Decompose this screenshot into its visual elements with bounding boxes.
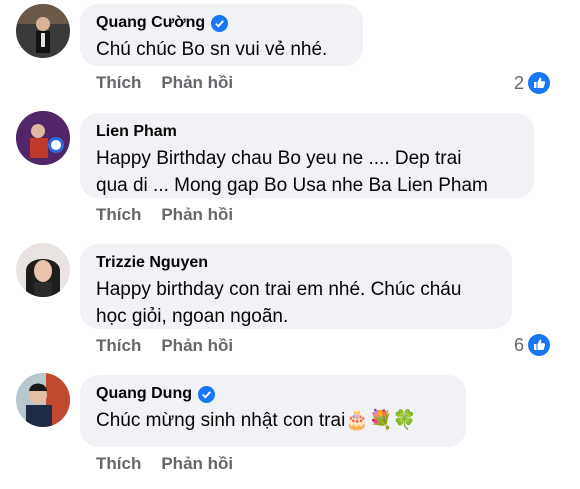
commenter-name[interactable]: Lien Pham xyxy=(96,122,518,142)
comment-text-line-1: Happy birthday con trai em nhé. Chúc chá… xyxy=(96,279,462,300)
comment-actions: Thích Phản hồi xyxy=(96,73,233,93)
commenter-name-text[interactable]: Lien Pham xyxy=(96,122,177,142)
comment-actions: Thích Phản hồi xyxy=(96,205,233,225)
commenter-name-text[interactable]: Trizzie Nguyen xyxy=(96,253,208,273)
reaction-summary[interactable]: 2 xyxy=(514,72,550,94)
like-button[interactable]: Thích xyxy=(96,454,141,474)
comment-text: Chú chúc Bo sn vui vẻ nhé. xyxy=(96,39,328,60)
avatar[interactable] xyxy=(16,111,70,165)
commenter-name-text[interactable]: Quang Dung xyxy=(96,384,192,404)
like-reaction-icon xyxy=(528,72,550,94)
comment-bubble: Quang Dung Chúc mừng sinh nhật con trai🎂… xyxy=(80,375,466,447)
comment-bubble: Lien Pham Happy Birthday chau Bo yeu ne … xyxy=(80,113,534,198)
commenter-name[interactable]: Quang Dung xyxy=(96,384,450,404)
reaction-count: 6 xyxy=(513,334,524,355)
comment-actions: Thích Phản hồi xyxy=(96,454,233,474)
reply-button[interactable]: Phản hồi xyxy=(161,73,233,93)
reaction-count: 2 xyxy=(513,72,524,93)
avatar[interactable] xyxy=(16,373,70,427)
comment-actions: Thích Phản hồi xyxy=(96,336,233,356)
comment-text-line-2: qua di ... Mong gap Bo Usa nhe Ba Lien P… xyxy=(96,175,488,196)
commenter-name[interactable]: Trizzie Nguyen xyxy=(96,253,496,273)
like-button[interactable]: Thích xyxy=(96,336,141,356)
avatar[interactable] xyxy=(16,4,70,58)
commenter-name[interactable]: Quang Cường xyxy=(96,13,347,33)
verified-badge-icon xyxy=(197,385,215,403)
verified-badge-icon xyxy=(211,14,229,32)
comment-bubble: Quang Cường Chú chúc Bo sn vui vẻ nhé. xyxy=(80,4,363,66)
like-button[interactable]: Thích xyxy=(96,73,141,93)
comment-text-line-2: học giỏi, ngoan ngoãn. xyxy=(96,306,289,327)
like-reaction-icon xyxy=(528,334,550,356)
reply-button[interactable]: Phản hồi xyxy=(161,205,233,225)
reply-button[interactable]: Phản hồi xyxy=(161,336,233,356)
comment-text-line-1: Happy Birthday chau Bo yeu ne .... Dep t… xyxy=(96,148,462,169)
comment-text: Chúc mừng sinh nhật con trai🎂💐🍀 xyxy=(96,410,417,431)
avatar[interactable] xyxy=(16,243,70,297)
reaction-summary[interactable]: 6 xyxy=(514,334,550,356)
reply-button[interactable]: Phản hồi xyxy=(161,454,233,474)
commenter-name-text[interactable]: Quang Cường xyxy=(96,13,205,33)
like-button[interactable]: Thích xyxy=(96,205,141,225)
comment-bubble: Trizzie Nguyen Happy birthday con trai e… xyxy=(80,244,512,329)
